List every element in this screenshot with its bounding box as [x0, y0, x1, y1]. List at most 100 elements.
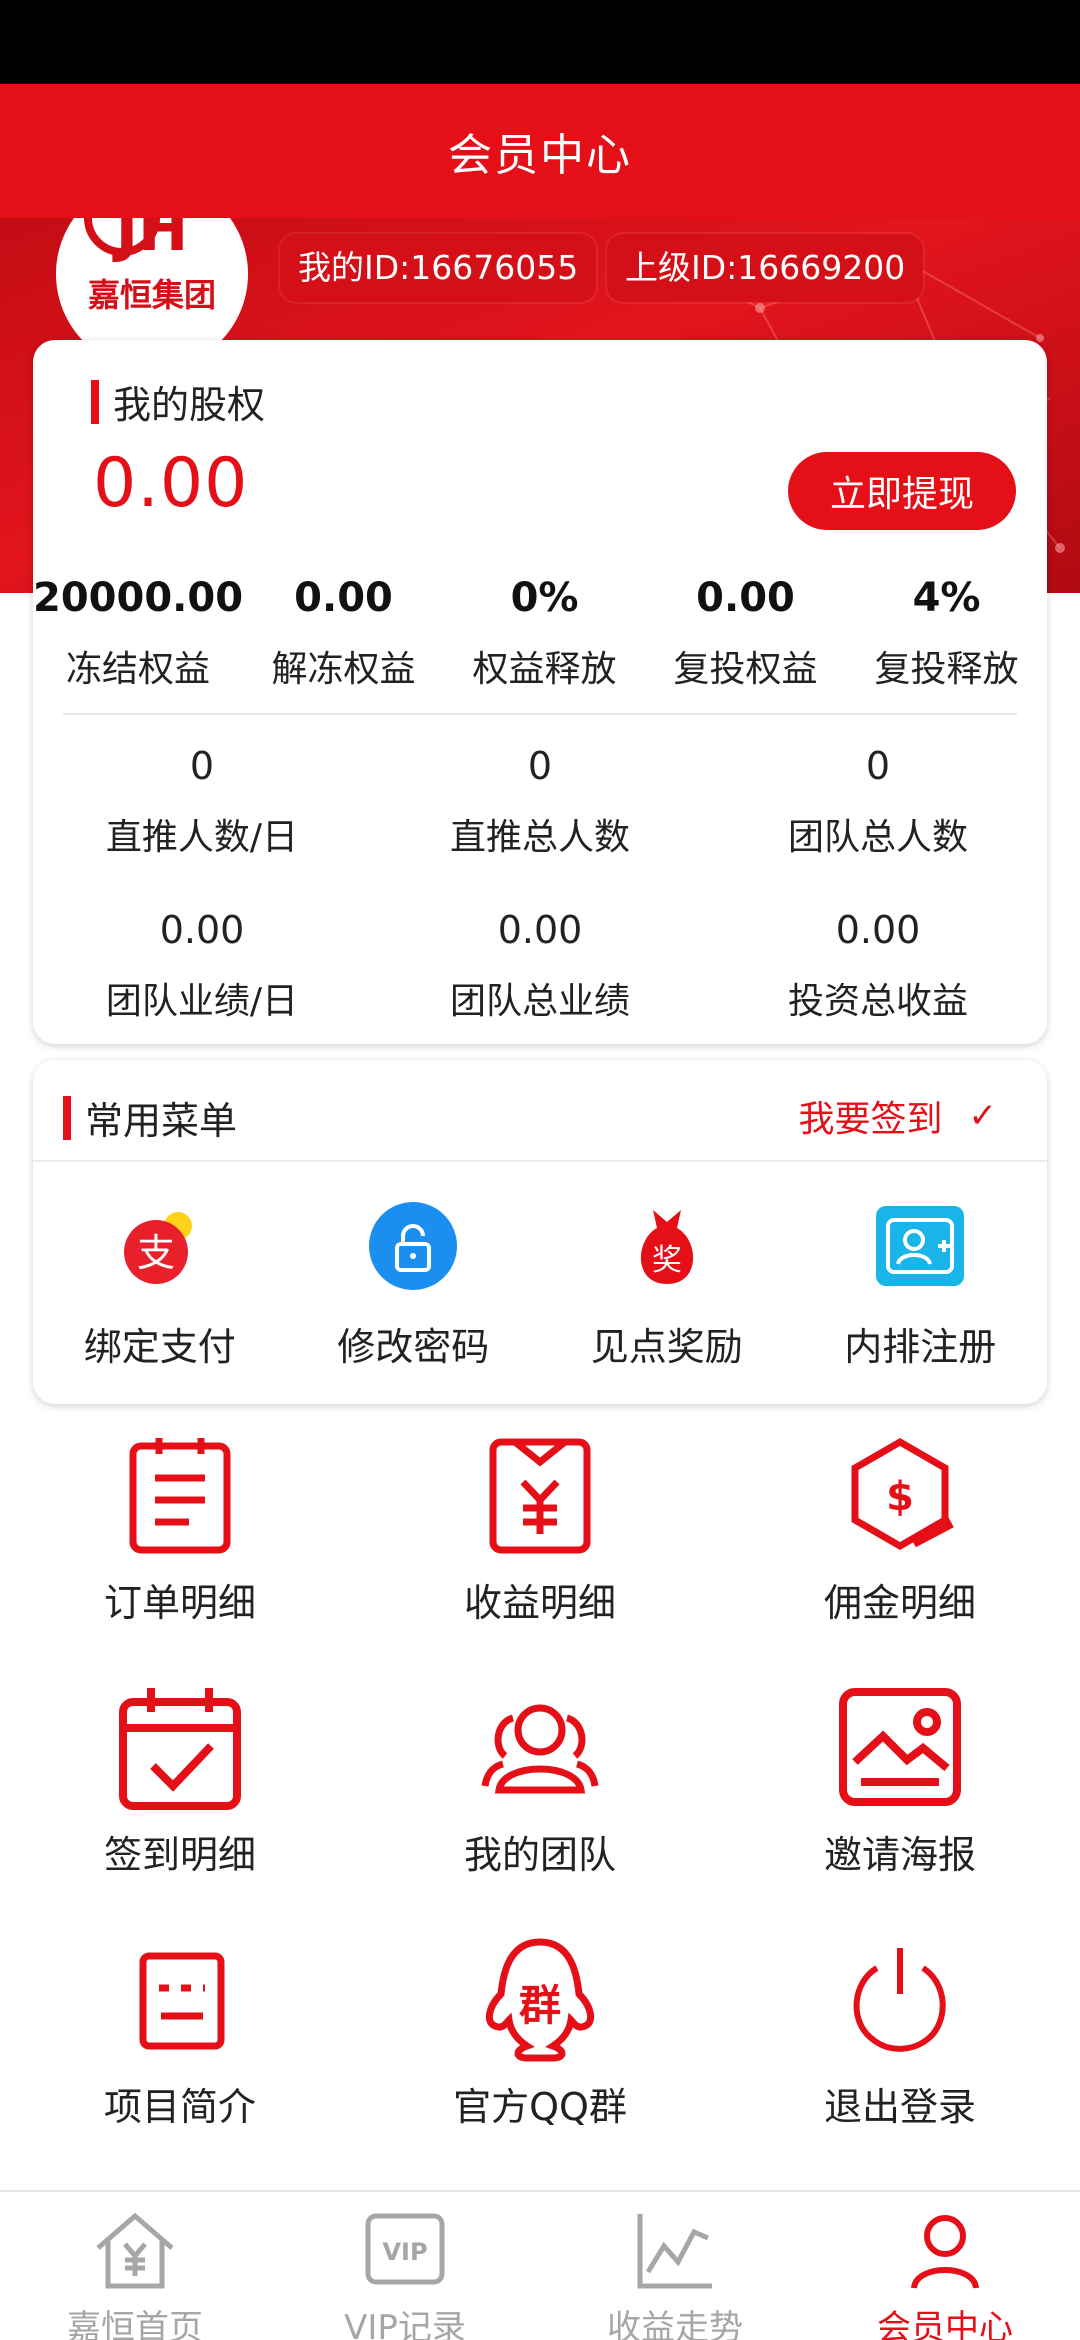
- menu-item-bind-payment[interactable]: 支 绑定支付: [33, 1200, 287, 1371]
- grid-item-order-details[interactable]: 订单明细: [0, 1430, 360, 1682]
- stat-value: 0.00: [696, 575, 795, 621]
- poster-icon: [835, 1682, 965, 1812]
- tab-vip-records[interactable]: VIP VIP记录: [270, 2192, 540, 2340]
- stat-value: 0.00: [294, 575, 393, 621]
- stat-team-total: 0 团队总人数: [709, 736, 1047, 860]
- team-stats-row-2: 0.00 团队业绩/日 0.00 团队总业绩 0.00 投资总收益: [33, 900, 1047, 1024]
- grid-row: 项目简介 群 官方QQ群 退出登录: [0, 1934, 1080, 2186]
- signin-label: 我要签到: [798, 1099, 943, 1140]
- stat-value: 0.00: [835, 908, 921, 952]
- stat-investment-total-income: 0.00 投资总收益: [709, 900, 1047, 1024]
- logo-text: 嘉恒集团: [87, 276, 216, 314]
- stat-label: 复投权益: [673, 649, 818, 690]
- equity-section-label: 我的股权: [91, 374, 265, 429]
- navigation-bar: 会员中心: [0, 84, 1080, 218]
- stat-label: 投资总收益: [787, 981, 968, 1022]
- grid-item-income-details[interactable]: 收益明细: [360, 1430, 720, 1682]
- svg-text:$: $: [886, 1474, 914, 1520]
- parent-id-badge: 上级ID:16669200: [607, 234, 924, 302]
- grid-item-commission-details[interactable]: $ 佣金明细: [720, 1430, 1080, 1682]
- grid-item-label: 签到明细: [103, 1833, 256, 1877]
- tab-label: 会员中心: [877, 2308, 1013, 2340]
- alipay-icon: 支: [114, 1200, 206, 1292]
- stat-label: 权益释放: [472, 649, 617, 690]
- equity-label-text: 我的股权: [113, 383, 266, 427]
- signin-button[interactable]: 我要签到 ✓: [798, 1090, 997, 1142]
- grid-item-logout[interactable]: 退出登录: [720, 1934, 1080, 2186]
- grid-item-label: 退出登录: [823, 2085, 976, 2129]
- stat-frozen-equity: 20000.00 冻结权益: [33, 568, 243, 692]
- stat-value: 0.00: [497, 908, 583, 952]
- stat-team-daily-performance: 0.00 团队业绩/日: [33, 900, 371, 1024]
- menu-item-label: 修改密码: [337, 1325, 490, 1369]
- menu-item-point-reward[interactable]: 奖 见点奖励: [540, 1200, 794, 1371]
- stat-value: 0: [865, 744, 891, 788]
- grid-item-my-team[interactable]: 我的团队: [360, 1682, 720, 1934]
- stat-unfrozen-equity: 0.00 解冻权益: [243, 568, 444, 692]
- stat-label: 直推总人数: [449, 817, 630, 858]
- equity-stats-row: 20000.00 冻结权益 0.00 解冻权益 0% 权益释放 0.00 复投权…: [33, 568, 1047, 692]
- stat-value: 0: [527, 744, 553, 788]
- stat-value: 4%: [912, 575, 981, 621]
- common-menu-card: 常用菜单 我要签到 ✓ 支 绑定支付 修改密码 奖 见点奖励 内排注册: [33, 1060, 1047, 1404]
- grid-item-label: 我的团队: [463, 1833, 616, 1877]
- grid-item-project-intro[interactable]: 项目简介: [0, 1934, 360, 2186]
- stat-label: 直推人数/日: [105, 817, 299, 858]
- menu-section-label: 常用菜单: [63, 1090, 237, 1145]
- register-card-icon: [874, 1200, 966, 1292]
- trend-icon: [632, 2208, 718, 2294]
- team-stats-row-1: 0 直推人数/日 0 直推总人数 0 团队总人数: [33, 736, 1047, 860]
- stat-direct-daily: 0 直推人数/日: [33, 736, 371, 860]
- stat-reinvest-equity: 0.00 复投权益: [645, 568, 846, 692]
- status-bar: [0, 0, 1080, 84]
- checkmark-icon: ✓: [968, 1096, 998, 1136]
- grid-item-label: 项目简介: [103, 2085, 256, 2129]
- bottom-tab-bar: 嘉恒首页 VIP VIP记录 收益走势 会员中心: [0, 2190, 1080, 2340]
- stat-label: 解冻权益: [271, 649, 416, 690]
- stat-label: 复投释放: [874, 649, 1019, 690]
- grid-item-label: 官方QQ群: [453, 2085, 627, 2129]
- grid-item-label: 收益明细: [463, 1581, 616, 1625]
- tab-member-center[interactable]: 会员中心: [810, 2192, 1080, 2340]
- stat-direct-total: 0 直推总人数: [371, 736, 709, 860]
- stat-label: 团队总业绩: [449, 981, 630, 1022]
- section-accent-bar: [63, 1095, 71, 1140]
- project-icon: [115, 1934, 245, 2064]
- menu-item-label: 绑定支付: [83, 1325, 236, 1369]
- menu-item-internal-register[interactable]: 内排注册: [794, 1200, 1048, 1371]
- lock-icon: [367, 1200, 459, 1292]
- grid-item-label: 订单明细: [103, 1581, 256, 1625]
- grid-item-invite-poster[interactable]: 邀请海报: [720, 1682, 1080, 1934]
- withdraw-button[interactable]: 立即提现: [788, 452, 1016, 530]
- svg-text:支: 支: [137, 1231, 175, 1275]
- feature-grid: 订单明细 收益明细 $ 佣金明细 签到明细 我的团队 邀请海报 项目简介 群 官…: [0, 1430, 1080, 2186]
- tab-home[interactable]: 嘉恒首页: [0, 2192, 270, 2340]
- commission-icon: $: [835, 1430, 965, 1560]
- user-icon: [902, 2208, 988, 2294]
- qq-group-icon: 群: [475, 1934, 605, 2064]
- tab-label: 收益走势: [607, 2308, 743, 2340]
- home-icon: [92, 2208, 178, 2294]
- menu-items: 支 绑定支付 修改密码 奖 见点奖励 内排注册: [33, 1200, 1047, 1371]
- stat-value: 0%: [510, 575, 579, 621]
- tab-income-trend[interactable]: 收益走势: [540, 2192, 810, 2340]
- tab-label: 嘉恒首页: [67, 2308, 203, 2340]
- grid-item-qq-group[interactable]: 群 官方QQ群: [360, 1934, 720, 2186]
- stat-value: 0: [189, 744, 215, 788]
- menu-item-label: 内排注册: [844, 1325, 997, 1369]
- section-accent-bar: [91, 379, 99, 424]
- stat-label: 团队业绩/日: [105, 981, 299, 1022]
- equity-card: 我的股权 0.00 立即提现 20000.00 冻结权益 0.00 解冻权益 0…: [33, 340, 1047, 1044]
- tab-label: VIP记录: [344, 2308, 466, 2340]
- income-icon: [475, 1430, 605, 1560]
- equity-value: 0.00: [93, 444, 249, 523]
- stat-reinvest-release: 4% 复投释放: [846, 568, 1047, 692]
- menu-item-change-password[interactable]: 修改密码: [287, 1200, 541, 1371]
- power-icon: [835, 1934, 965, 2064]
- grid-item-signin-details[interactable]: 签到明细: [0, 1682, 360, 1934]
- team-icon: [475, 1682, 605, 1812]
- stats-divider: [63, 713, 1017, 715]
- my-id-badge: 我的ID:16676055: [280, 234, 597, 302]
- grid-row: 签到明细 我的团队 邀请海报: [0, 1682, 1080, 1934]
- page-title: 会员中心: [448, 130, 632, 181]
